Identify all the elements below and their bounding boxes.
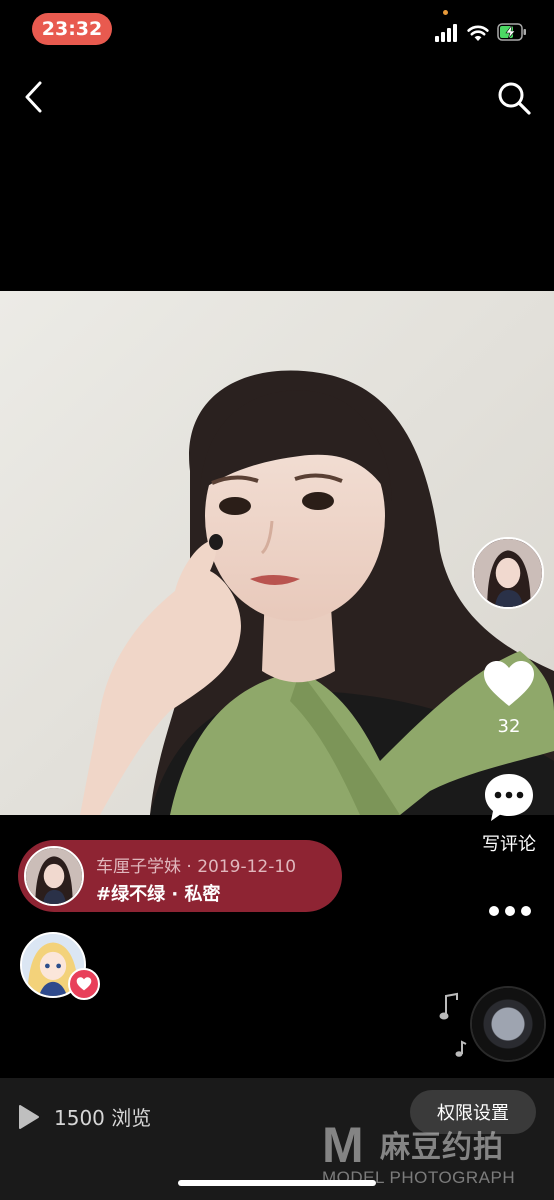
heart-badge-icon: [68, 968, 100, 1000]
post-tags[interactable]: #绿不绿 · 私密: [96, 880, 220, 906]
signal-icon: [435, 24, 461, 42]
status-time: 23:32: [32, 13, 112, 45]
music-note-small-icon: [455, 1040, 467, 1057]
author-avatar-small[interactable]: [24, 846, 84, 906]
watermark-name-cn: 麻豆约拍: [380, 1130, 504, 1165]
search-icon[interactable]: [496, 80, 532, 116]
home-indicator[interactable]: [178, 1180, 376, 1186]
author-and-date: 车厘子学妹 · 2019-12-10: [96, 857, 297, 877]
back-icon[interactable]: [20, 80, 50, 114]
music-note-icon: [439, 992, 458, 1020]
watermark-logo: M 麻豆约拍 MODEL PHOTOGRAPH: [322, 1116, 550, 1188]
author-avatar[interactable]: [472, 537, 544, 609]
more-icon[interactable]: [486, 900, 534, 922]
view-count: 1500 浏览: [54, 1106, 152, 1130]
music-disc-button[interactable]: [472, 988, 544, 1060]
comment-label[interactable]: 写评论: [470, 830, 548, 856]
comment-icon[interactable]: [483, 772, 535, 824]
play-icon: [19, 1105, 39, 1129]
like-count: 32: [497, 716, 521, 737]
heart-icon[interactable]: [482, 660, 536, 708]
wifi-icon: [467, 25, 489, 41]
watermark-letter: M: [322, 1117, 364, 1173]
post-info-pill[interactable]: 车厘子学妹 · 2019-12-10 #绿不绿 · 私密: [18, 840, 342, 912]
battery-charging-icon: [497, 23, 526, 41]
privacy-indicator-dot: [443, 10, 448, 15]
